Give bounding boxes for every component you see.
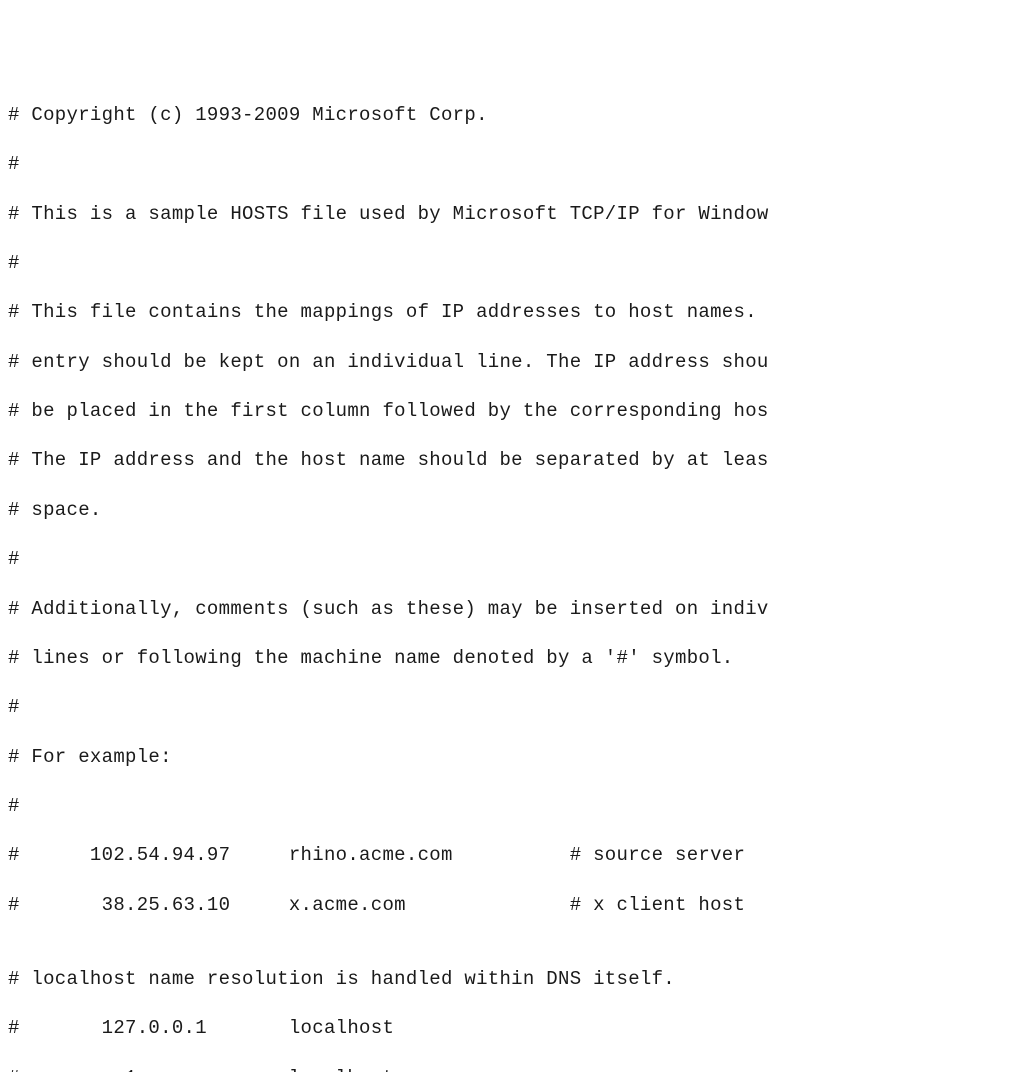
hosts-line-0: # Copyright (c) 1993-2009 Microsoft Corp… bbox=[8, 103, 1024, 128]
hosts-line-14: # bbox=[8, 794, 1024, 819]
hosts-line-4: # This file contains the mappings of IP … bbox=[8, 300, 1024, 325]
hosts-line-20: # ::1 localhost bbox=[8, 1066, 1024, 1072]
hosts-line-16: # 38.25.63.10 x.acme.com # x client host bbox=[8, 893, 1024, 918]
hosts-line-10: # Additionally, comments (such as these)… bbox=[8, 597, 1024, 622]
hosts-line-5: # entry should be kept on an individual … bbox=[8, 350, 1024, 375]
hosts-line-2: # This is a sample HOSTS file used by Mi… bbox=[8, 202, 1024, 227]
hosts-line-3: # bbox=[8, 251, 1024, 276]
hosts-line-15: # 102.54.94.97 rhino.acme.com # source s… bbox=[8, 843, 1024, 868]
hosts-line-9: # bbox=[8, 547, 1024, 572]
hosts-line-1: # bbox=[8, 152, 1024, 177]
hosts-line-19: # 127.0.0.1 localhost bbox=[8, 1016, 1024, 1041]
hosts-line-11: # lines or following the machine name de… bbox=[8, 646, 1024, 671]
hosts-line-18: # localhost name resolution is handled w… bbox=[8, 967, 1024, 992]
hosts-line-13: # For example: bbox=[8, 745, 1024, 770]
hosts-line-8: # space. bbox=[8, 498, 1024, 523]
hosts-line-12: # bbox=[8, 695, 1024, 720]
hosts-line-7: # The IP address and the host name shoul… bbox=[8, 448, 1024, 473]
hosts-line-6: # be placed in the first column followed… bbox=[8, 399, 1024, 424]
